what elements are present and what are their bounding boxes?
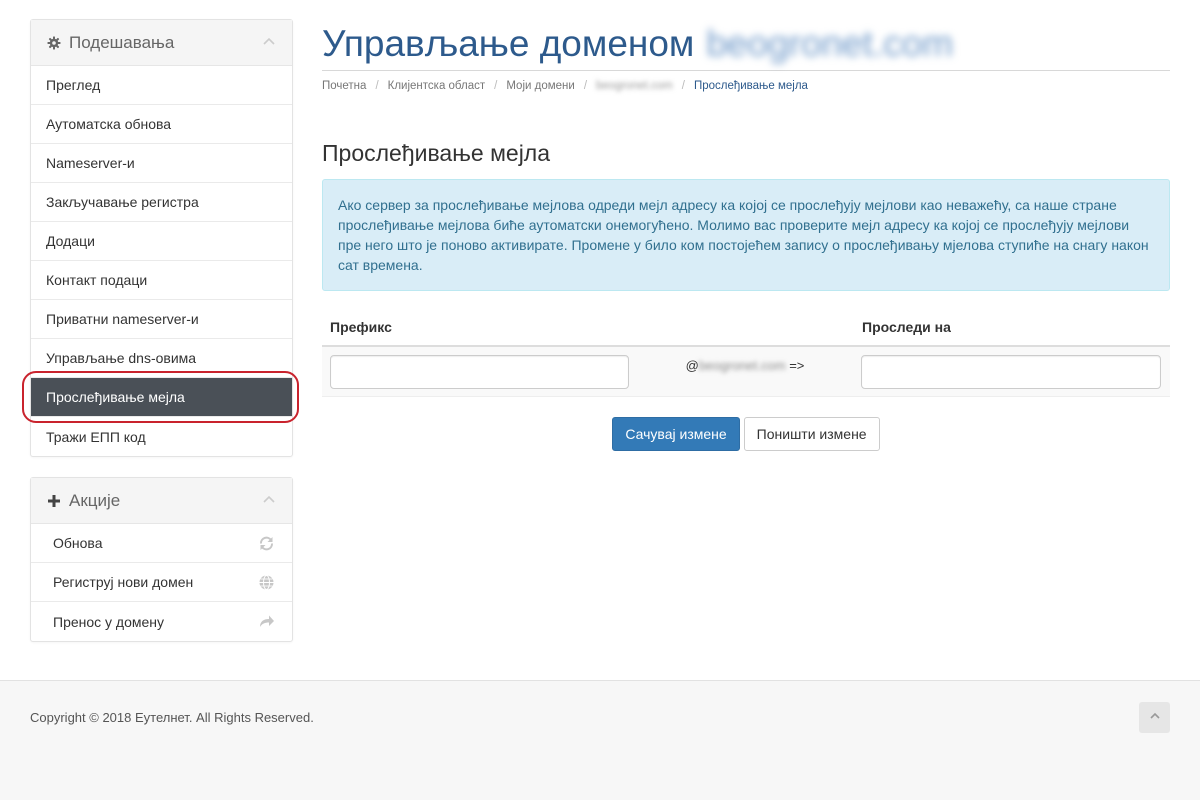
page-title-text: Управљање доменом	[322, 23, 695, 64]
actions-panel-header[interactable]: Акције	[31, 478, 292, 524]
forward-to-input[interactable]	[861, 355, 1161, 389]
refresh-icon	[258, 535, 275, 552]
share-icon	[258, 613, 275, 630]
sidebar-item-label: Приватни nameserver-и	[46, 311, 199, 327]
breadcrumb-separator: /	[583, 80, 588, 92]
action-label: Обнова	[53, 535, 103, 551]
actions-panel-title: Акције	[69, 490, 121, 510]
sidebar-item-label: Преглед	[46, 77, 101, 93]
table-header: Префикс Проследи на	[322, 319, 1170, 347]
column-header-prefix: Префикс	[330, 319, 392, 335]
breadcrumb-domain[interactable]: beogronet.com	[596, 80, 673, 92]
back-to-top-button[interactable]	[1139, 702, 1170, 733]
breadcrumb-my-domains[interactable]: Моји домени	[506, 80, 574, 92]
sidebar-item-label: Nameserver-и	[46, 155, 135, 171]
suffix-domain: beogronet.com	[698, 358, 786, 373]
cancel-button[interactable]: Поништи измене	[743, 417, 880, 451]
arrow-text: =>	[789, 358, 805, 373]
sidebar-item-contact-info[interactable]: Контакт подаци	[31, 261, 292, 300]
sidebar-item-label: Додаци	[46, 233, 95, 249]
sidebar-item-epp-code[interactable]: Тражи ЕПП код	[31, 417, 292, 456]
settings-panel-header[interactable]: Подешавања	[31, 20, 292, 66]
plus-icon	[47, 494, 61, 508]
sidebar-item-label: Закључавање регистра	[46, 194, 199, 210]
copyright-text: Copyright © 2018 Еутелнет. All Rights Re…	[30, 710, 314, 725]
sidebar-item-addons[interactable]: Додаци	[31, 222, 292, 261]
footer: Copyright © 2018 Еутелнет. All Rights Re…	[0, 680, 1200, 800]
sidebar-item-private-nameservers[interactable]: Приватни nameserver-и	[31, 300, 292, 339]
title-divider	[322, 70, 1170, 71]
chevron-up-icon[interactable]	[262, 35, 276, 49]
actions-panel: Акције Обнова Региструј нови домен Прено…	[30, 477, 293, 642]
forwarding-table: Префикс Проследи на @beogronet.com =>	[322, 319, 1170, 397]
action-renew[interactable]: Обнова	[31, 524, 292, 563]
table-row: @beogronet.com =>	[322, 347, 1170, 397]
action-transfer-domain[interactable]: Пренос у домену	[31, 602, 292, 641]
settings-panel: Подешавања Преглед Аутоматска обнова Nam…	[30, 19, 293, 457]
breadcrumb-home[interactable]: Почетна	[322, 80, 366, 92]
chevron-up-icon	[1149, 709, 1161, 727]
sidebar-item-email-forwarding[interactable]: Прослеђивање мејла	[31, 378, 292, 417]
page-title: Управљање доменом beogronet.com	[322, 23, 1170, 68]
breadcrumb-current: Прослеђивање мејла	[693, 80, 808, 92]
sidebar-item-label: Аутоматска обнова	[46, 116, 172, 132]
sidebar-item-label: Контакт подаци	[46, 272, 148, 288]
breadcrumb-client-area[interactable]: Клијентска област	[388, 80, 486, 92]
sidebar-item-label: Прослеђивање мејла	[46, 389, 185, 405]
save-button[interactable]: Сачувај измене	[612, 417, 740, 451]
page-title-domain: beogronet.com	[706, 23, 954, 64]
chevron-up-icon[interactable]	[262, 493, 276, 507]
breadcrumb-separator: /	[681, 80, 685, 92]
sidebar-item-auto-renew[interactable]: Аутоматска обнова	[31, 105, 292, 144]
sidebar-item-label: Управљање dns-овима	[46, 350, 197, 366]
sidebar-item-overview[interactable]: Преглед	[31, 66, 292, 105]
form-actions: Сачувај измене Поништи измене	[322, 417, 1170, 451]
action-label: Пренос у домену	[53, 613, 165, 630]
sidebar-item-registrar-lock[interactable]: Закључавање регистра	[31, 183, 292, 222]
action-label: Региструј нови домен	[53, 574, 194, 590]
info-alert: Ако сервер за прослеђивање мејлова одред…	[322, 179, 1170, 291]
column-header-forward-to: Проследи на	[862, 319, 951, 335]
sidebar-item-dns-management[interactable]: Управљање dns-овима	[31, 339, 292, 378]
gear-icon	[47, 36, 61, 50]
settings-panel-title: Подешавања	[69, 32, 175, 52]
breadcrumb: Почетна / Клијентска област / Моји домен…	[322, 80, 1170, 92]
sidebar-item-nameservers[interactable]: Nameserver-и	[31, 144, 292, 183]
breadcrumb-separator: /	[375, 80, 379, 92]
prefix-input[interactable]	[330, 355, 629, 389]
domain-suffix: @beogronet.com =>	[629, 355, 861, 373]
breadcrumb-separator: /	[494, 80, 498, 92]
action-register-domain[interactable]: Региструј нови домен	[31, 563, 292, 602]
sidebar: Подешавања Преглед Аутоматска обнова Nam…	[30, 19, 293, 642]
globe-icon	[258, 574, 275, 591]
sidebar-item-label: Тражи ЕПП код	[46, 428, 146, 445]
section-title: Прослеђивање мејла	[322, 140, 551, 166]
main-content: Управљање доменом beogronet.com Почетна …	[322, 0, 1170, 451]
at-sign: @	[685, 358, 699, 373]
